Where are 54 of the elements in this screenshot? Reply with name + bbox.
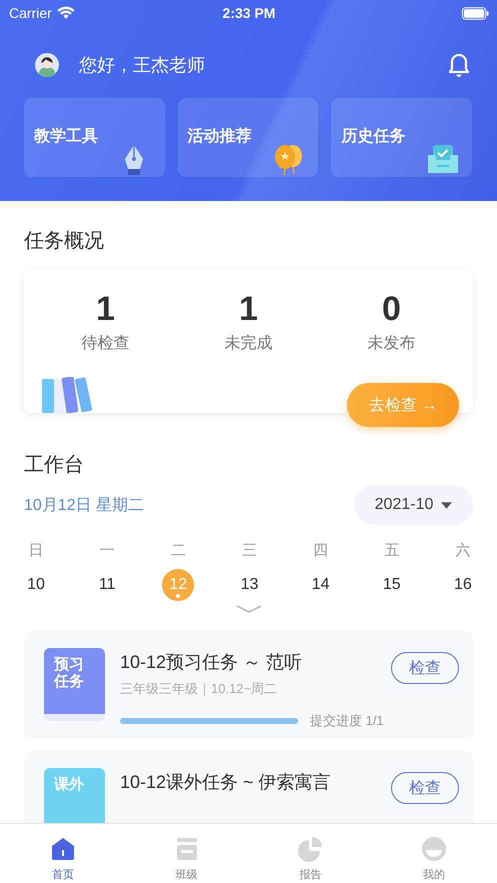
weekday-label: 三 [242, 541, 257, 561]
task-title: 10-12预习任务 ～ 范听 [120, 651, 302, 674]
task-card[interactable]: 课外 10-12课外任务 ~ 伊索寓言 检查 [24, 751, 473, 823]
task-meta: 三年级三年级｜10.12~周二 [120, 680, 278, 698]
current-date: 10月12日 星期二 [24, 496, 144, 516]
weekday-label: 一 [100, 541, 115, 561]
cover-label: 课外 [54, 776, 85, 793]
carrier-label: Carrier [9, 5, 52, 21]
task-title: 10-12课外任务 ~ 伊索寓言 [120, 771, 331, 794]
shortcut-label: 教学工具 [34, 128, 98, 145]
task-card[interactable]: 预习任务 10-12预习任务 ～ 范听 三年级三年级｜10.12~周二 提交进度 1/1 检查 [24, 631, 473, 739]
section-title: 任务概况 [24, 229, 105, 254]
avatar-icon [35, 53, 59, 77]
tab-item[interactable]: 首页 [38, 824, 88, 883]
section-title: 工作台 [24, 453, 85, 478]
weekday-label: 四 [313, 541, 328, 561]
greeting-text: 您好，王杰老师 [79, 54, 205, 77]
stat-label: 未发布 [366, 334, 416, 354]
weekday-label: 二 [170, 541, 186, 561]
pie-chart-icon [297, 836, 324, 862]
stat-value: 1 [238, 289, 259, 329]
date-number[interactable]: 15 [376, 569, 408, 601]
date-number[interactable]: 10 [20, 569, 52, 601]
weekday-label: 五 [384, 541, 400, 561]
home-icon [50, 836, 76, 862]
check-button[interactable]: 检查 [391, 652, 459, 684]
status-time: 2:33 PM [222, 5, 276, 21]
date-number[interactable]: 16 [446, 569, 479, 601]
tab-item[interactable]: 班级 [162, 824, 212, 883]
shortcut-label: 活动推荐 [188, 128, 252, 145]
month-picker[interactable]: 2021-10 [354, 485, 473, 525]
date-number[interactable]: 13 [233, 569, 266, 601]
tab-item[interactable]: 我的 [408, 824, 459, 883]
battery-icon [462, 6, 489, 20]
check-button[interactable]: 检查 [391, 772, 459, 804]
stat-value: 0 [381, 289, 402, 329]
weekday-label: 六 [455, 541, 470, 561]
bell-icon[interactable] [447, 52, 471, 78]
date-number[interactable]: 14 [304, 569, 337, 601]
caret-down-icon [441, 502, 452, 508]
stat-label: 待检查 [80, 334, 130, 354]
stat-label: 未完成 [224, 334, 274, 354]
tab-item[interactable]: 报告 [285, 824, 336, 883]
shortcut-card[interactable]: 历史任务 [331, 98, 472, 177]
date-number[interactable]: 11 [91, 569, 124, 601]
face-icon [420, 836, 447, 862]
progress-label: 提交进度 1/1 [310, 712, 384, 730]
cover-label: 预习任务 [54, 656, 85, 690]
wifi-icon [56, 6, 75, 20]
weekday-label: 日 [28, 541, 44, 561]
shortcut-card[interactable]: 教学工具 [24, 98, 165, 177]
shortcut-card[interactable]: 活动推荐 [178, 98, 318, 177]
shortcut-label: 历史任务 [341, 128, 406, 145]
stat-value: 1 [95, 289, 116, 329]
